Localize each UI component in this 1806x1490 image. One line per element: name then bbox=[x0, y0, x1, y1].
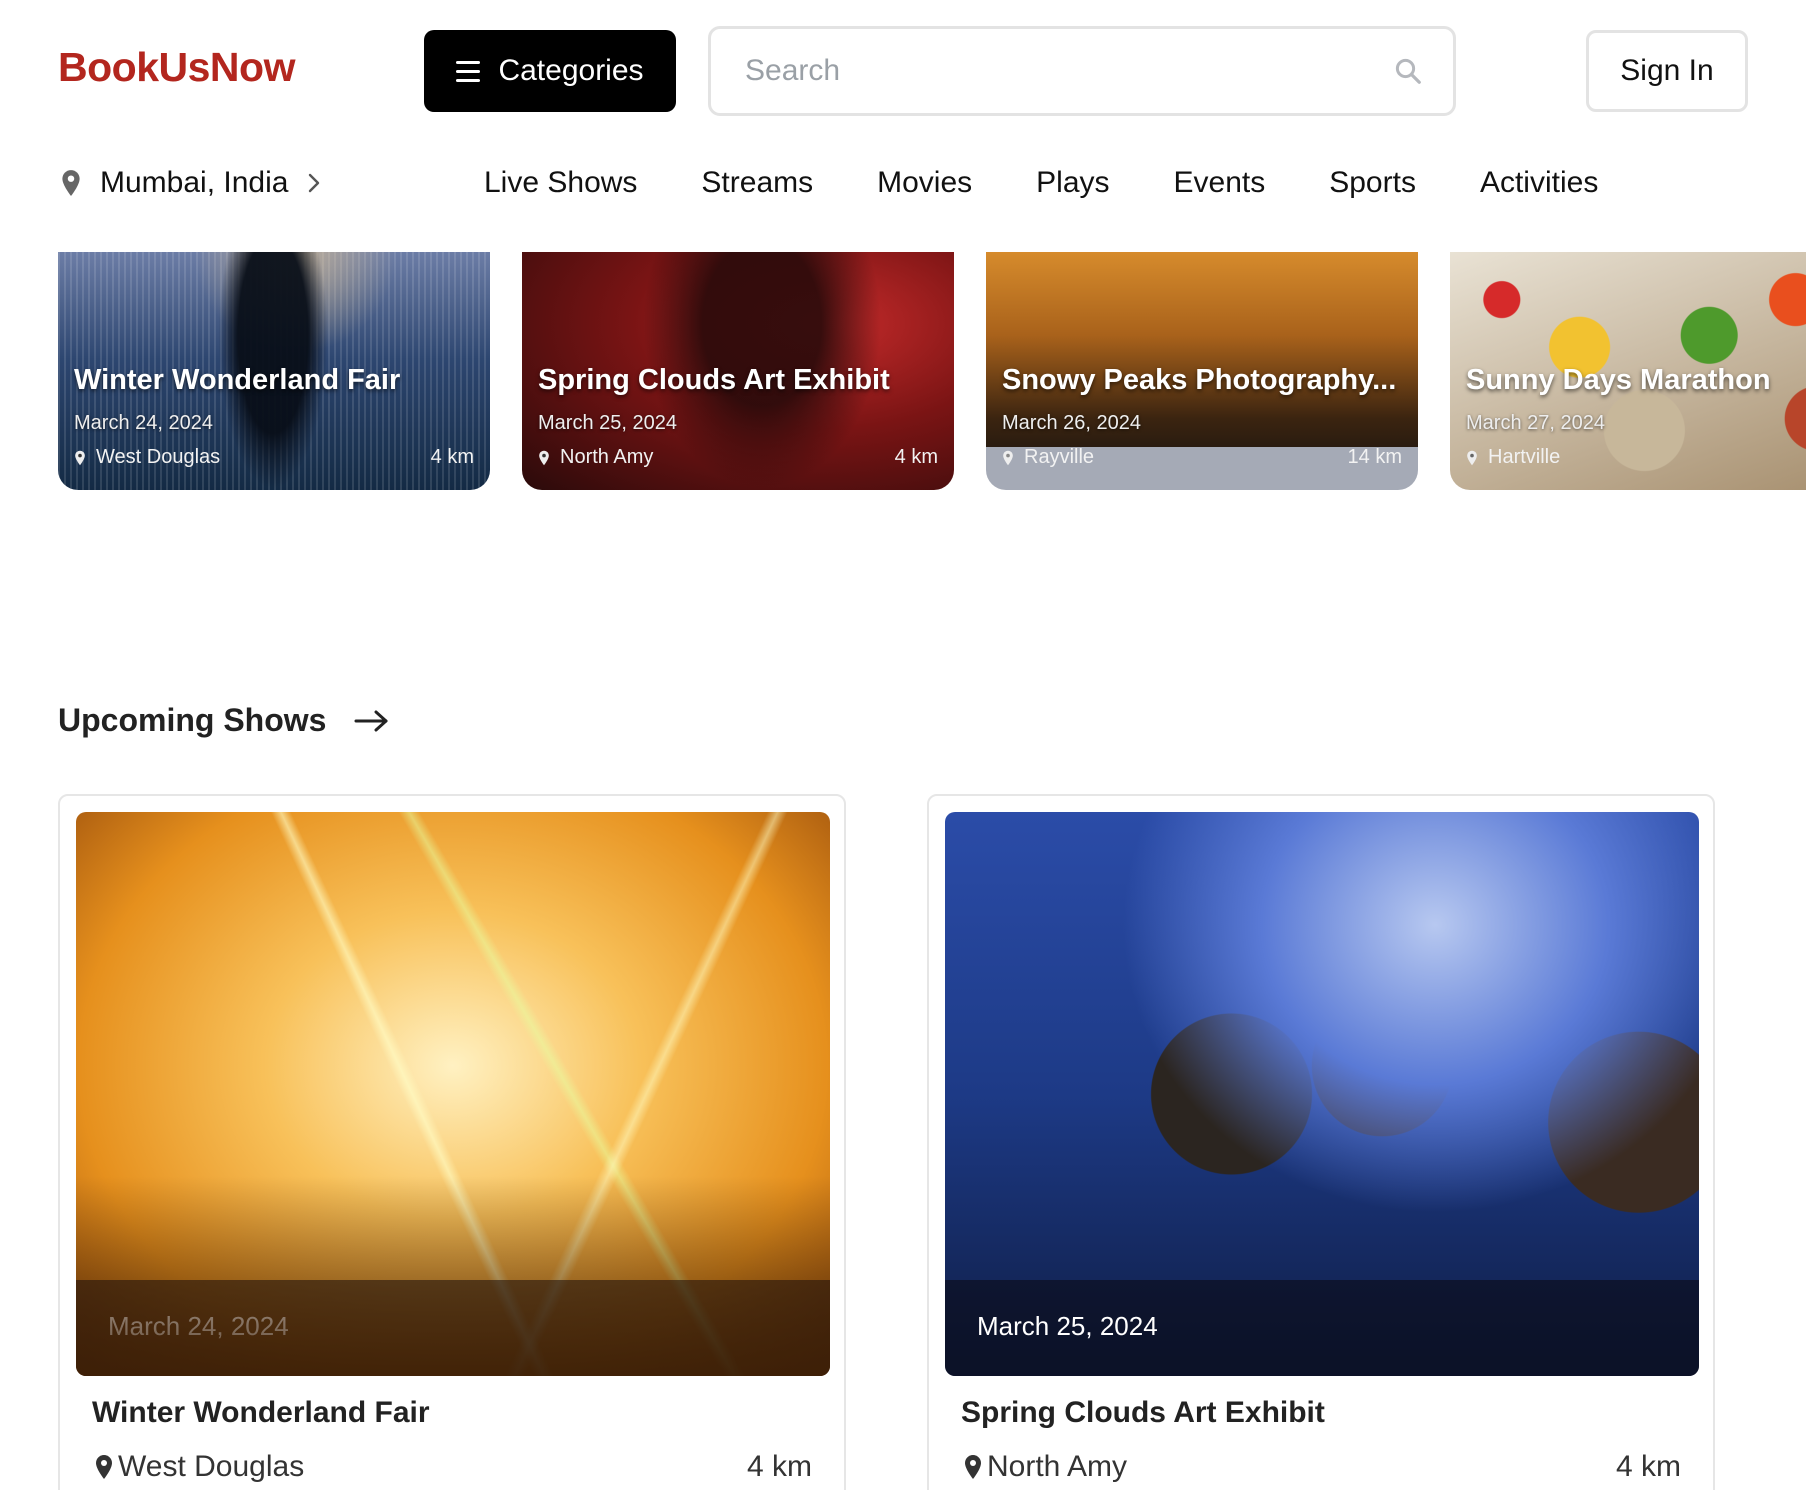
location-pin-icon bbox=[1003, 450, 1013, 465]
location-pin-icon bbox=[1467, 450, 1477, 465]
card-date: March 24, 2024 bbox=[74, 412, 213, 434]
nav-sports[interactable]: Sports bbox=[1329, 166, 1416, 200]
show-image: March 24, 2024 bbox=[76, 812, 830, 1376]
page: BookUsNow Categories Sign In Mumbai, Ind… bbox=[0, 0, 1806, 1490]
show-name: Winter Wonderland Fair bbox=[92, 1396, 430, 1429]
card-date: March 27, 2024 bbox=[1466, 412, 1605, 434]
card-distance: 4 km bbox=[894, 446, 938, 468]
card-location: Hartville bbox=[1488, 446, 1561, 468]
card-title: Winter Wonderland Fair bbox=[74, 364, 401, 396]
card-title: Snowy Peaks Photography... bbox=[1002, 364, 1397, 396]
card-distance: 14 km bbox=[1347, 446, 1402, 468]
section-title: Upcoming Shows bbox=[58, 702, 327, 738]
location-pin-icon bbox=[62, 170, 80, 196]
sign-in-button[interactable]: Sign In bbox=[1586, 30, 1748, 112]
nav-streams[interactable]: Streams bbox=[701, 166, 813, 200]
nav-plays[interactable]: Plays bbox=[1036, 166, 1109, 200]
recommended-carousel: Winter Wonderland Fair March 24, 2024 We… bbox=[0, 252, 1806, 490]
nav-movies[interactable]: Movies bbox=[877, 166, 972, 200]
show-card[interactable]: March 24, 2024 Winter Wonderland Fair We… bbox=[58, 794, 846, 1490]
date-overlay bbox=[76, 1280, 830, 1376]
carousel-card[interactable]: Sunny Days Marathon March 27, 2024 Hartv… bbox=[1450, 252, 1806, 490]
chevron-right-icon bbox=[309, 173, 320, 193]
card-location: North Amy bbox=[560, 446, 654, 468]
location-label: Mumbai, India bbox=[100, 166, 289, 199]
carousel-card[interactable]: Winter Wonderland Fair March 24, 2024 We… bbox=[58, 252, 490, 490]
show-card[interactable]: March 25, 2024 Spring Clouds Art Exhibit… bbox=[927, 794, 1715, 1490]
nav-live-shows[interactable]: Live Shows bbox=[484, 166, 637, 200]
show-date: March 24, 2024 bbox=[108, 1311, 289, 1341]
search-input[interactable] bbox=[745, 54, 1393, 88]
search-bar bbox=[708, 26, 1456, 116]
categories-button[interactable]: Categories bbox=[424, 30, 676, 112]
arrow-right-icon[interactable] bbox=[354, 709, 390, 733]
location-selector[interactable]: Mumbai, India bbox=[60, 166, 322, 200]
show-distance: 4 km bbox=[1615, 1450, 1681, 1483]
card-distance: 4 km bbox=[430, 446, 474, 468]
upcoming-shows-header: Upcoming Shows bbox=[58, 702, 390, 739]
nav-events[interactable]: Events bbox=[1174, 166, 1266, 200]
card-location: Rayville bbox=[1024, 446, 1095, 468]
show-distance: 4 km bbox=[746, 1450, 812, 1483]
show-location: North Amy bbox=[987, 1450, 1128, 1483]
location-pin-icon bbox=[96, 1455, 112, 1479]
category-nav: Live Shows Streams Movies Plays Events S… bbox=[484, 166, 1598, 200]
show-name: Spring Clouds Art Exhibit bbox=[961, 1396, 1325, 1429]
location-pin-icon bbox=[75, 450, 85, 465]
card-date: March 26, 2024 bbox=[1002, 412, 1141, 434]
location-pin-icon bbox=[965, 1455, 981, 1479]
carousel-card[interactable]: Spring Clouds Art Exhibit March 25, 2024… bbox=[522, 252, 954, 490]
categories-label: Categories bbox=[498, 54, 644, 87]
card-location: West Douglas bbox=[96, 446, 221, 468]
location-pin-icon bbox=[539, 450, 549, 465]
card-date: March 25, 2024 bbox=[538, 412, 677, 434]
hamburger-icon bbox=[456, 60, 481, 82]
carousel-card[interactable]: Snowy Peaks Photography... March 26, 202… bbox=[986, 252, 1418, 490]
card-title: Sunny Days Marathon bbox=[1466, 364, 1771, 396]
show-image: March 25, 2024 bbox=[945, 812, 1699, 1376]
logo[interactable]: BookUsNow bbox=[58, 44, 295, 91]
card-title: Spring Clouds Art Exhibit bbox=[538, 364, 890, 396]
search-icon[interactable] bbox=[1393, 56, 1423, 86]
nav-activities[interactable]: Activities bbox=[1480, 166, 1598, 200]
show-date: March 25, 2024 bbox=[977, 1311, 1158, 1341]
show-location: West Douglas bbox=[118, 1450, 305, 1483]
